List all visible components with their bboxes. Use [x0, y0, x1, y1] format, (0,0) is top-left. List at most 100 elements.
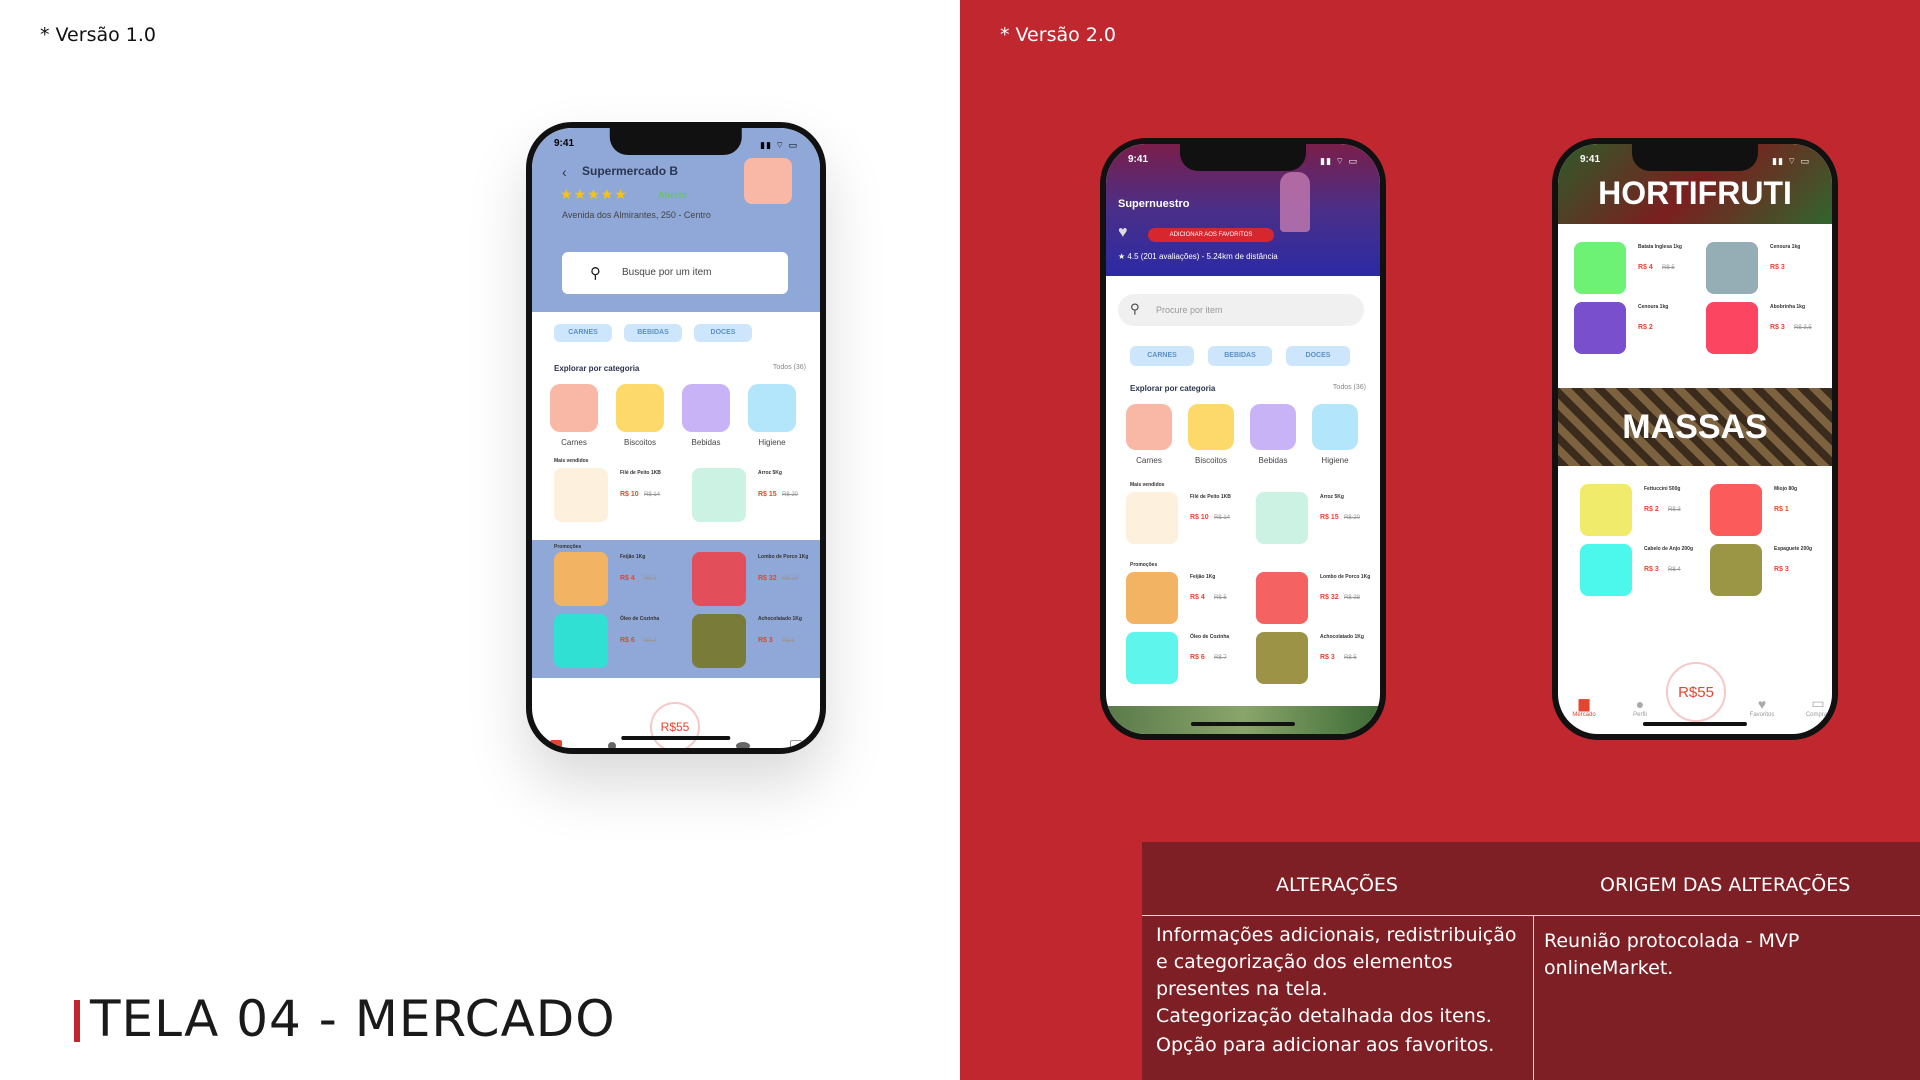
tab-compras[interactable]: ▭ Compras: [1798, 695, 1832, 718]
user-icon[interactable]: [608, 742, 616, 748]
product-thumbnail[interactable]: [554, 614, 608, 668]
category-thumbnail: [550, 384, 598, 432]
chip-doces[interactable]: DOCES: [694, 324, 752, 342]
category-thumbnail: [748, 384, 796, 432]
category-item[interactable]: Bebidas: [1250, 404, 1296, 465]
rating-stars: ★★★★★: [560, 186, 628, 202]
heart-icon[interactable]: [736, 742, 750, 748]
best-sellers-title: Mais vendidos: [554, 458, 589, 464]
product-old-price: R$ 38: [1344, 595, 1361, 601]
product-price: R$ 4: [1190, 594, 1205, 601]
category-item[interactable]: Biscoitos: [1188, 404, 1234, 465]
wallet-icon[interactable]: [790, 740, 802, 748]
product-price: R$ 2: [1638, 324, 1653, 331]
product-thumbnail[interactable]: [1706, 242, 1758, 294]
category-label: Biscoitos: [1194, 456, 1227, 465]
back-arrow-icon[interactable]: ‹: [562, 164, 567, 180]
category-thumbnail: [1126, 404, 1172, 450]
category-item[interactable]: Carnes: [550, 384, 598, 447]
massas-banner[interactable]: MASSAS: [1558, 388, 1832, 466]
changes-table: ALTERAÇÕES ORIGEM DAS ALTERAÇÕES Informa…: [1142, 842, 1920, 1080]
bottom-vegetables-image: [1106, 706, 1380, 734]
product-thumbnail[interactable]: [692, 552, 746, 606]
explore-title: Explorar por categoria: [1130, 384, 1216, 393]
signal-wifi-battery-icon: ▮▮ ⌔ ▭: [1772, 156, 1810, 166]
changes-text: Informações adicionais, redistribuição e…: [1156, 922, 1526, 1059]
heart-icon[interactable]: ♥: [1118, 224, 1128, 242]
tab-label: Favoritos: [1749, 712, 1775, 718]
product-thumbnail[interactable]: [1574, 242, 1626, 294]
product-thumbnail[interactable]: [1710, 484, 1762, 536]
chip-bebidas[interactable]: BEBIDAS: [1208, 346, 1272, 366]
search-placeholder: Busque por um item: [622, 267, 712, 278]
add-favorites-button[interactable]: ADICIONAR AOS FAVORITOS: [1148, 228, 1274, 242]
phone-v2-store: 9:41 ▮▮ ⌔ ▭ Supernuestro ♥ ADICIONAR AOS…: [1100, 138, 1386, 740]
product-price: R$ 3: [1644, 566, 1659, 573]
product-thumbnail[interactable]: [1256, 572, 1308, 624]
product-price: R$ 3: [1320, 654, 1335, 661]
product-name: Filé de Peito 1KB: [620, 470, 661, 476]
store-name: Supermercado B: [582, 164, 679, 178]
product-thumbnail[interactable]: [1126, 492, 1178, 544]
explore-all-link[interactable]: Todos (36): [1333, 384, 1366, 391]
category-label: Carnes: [1136, 456, 1162, 465]
product-price: R$ 3: [758, 637, 773, 644]
product-thumbnail[interactable]: [1706, 302, 1758, 354]
product-name: Arroz 5Kg: [758, 470, 782, 476]
signal-wifi-battery-icon: ▮▮ ⌔ ▭: [760, 140, 798, 150]
product-name: Feijão 1Kg: [1190, 574, 1216, 580]
status-time: 9:41: [554, 138, 575, 149]
tab-perfil[interactable]: ● Perfil: [1620, 696, 1660, 718]
category-thumbnail: [1312, 404, 1358, 450]
product-thumbnail[interactable]: [1256, 492, 1308, 544]
tab-favoritos[interactable]: ♥ Favoritos: [1742, 696, 1782, 718]
product-old-price: R$ 3: [1668, 507, 1681, 513]
category-item[interactable]: Higiene: [748, 384, 796, 447]
cart-button[interactable]: R$55: [650, 702, 700, 748]
chip-carnes[interactable]: CARNES: [1130, 346, 1194, 366]
product-thumbnail[interactable]: [1580, 544, 1632, 596]
product-name: Cenoura 1kg: [1770, 244, 1801, 250]
tab-mercado[interactable]: ▆ Mercado: [1564, 695, 1604, 718]
product-old-price: R$ 5: [782, 638, 795, 644]
best-sellers-title: Mais vendidos: [1130, 482, 1165, 488]
product-thumbnail[interactable]: [1574, 302, 1626, 354]
search-placeholder: Procure por item: [1156, 305, 1223, 315]
search-input[interactable]: ⚲ Busque por um item: [562, 252, 788, 294]
search-input[interactable]: ⚲ Procure por item: [1118, 294, 1364, 326]
home-indicator: [1190, 722, 1296, 726]
title-accent-bar: [74, 1000, 80, 1042]
chip-doces[interactable]: DOCES: [1286, 346, 1350, 366]
product-thumbnail[interactable]: [1256, 632, 1308, 684]
category-item[interactable]: Higiene: [1312, 404, 1358, 465]
category-thumbnail: [1250, 404, 1296, 450]
product-name: Filé de Peito 1KB: [1190, 494, 1231, 500]
product-thumbnail[interactable]: [554, 552, 608, 606]
product-old-price: R$ 14: [1214, 515, 1231, 521]
category-grid: Carnes Biscoitos Bebidas Higiene: [1126, 404, 1358, 465]
product-thumbnail[interactable]: [692, 614, 746, 668]
product-old-price: R$ 5: [1662, 265, 1675, 271]
product-old-price: R$ 5: [1214, 595, 1227, 601]
category-item[interactable]: Carnes: [1126, 404, 1172, 465]
tab-label: Compras: [1805, 712, 1831, 718]
phone-notch: [609, 128, 743, 155]
product-thumbnail[interactable]: [1710, 544, 1762, 596]
product-thumbnail[interactable]: [554, 468, 608, 522]
product-name: Abobrinha 1kg: [1770, 304, 1806, 310]
explore-all-link[interactable]: Todos (36): [773, 364, 806, 371]
product-thumbnail[interactable]: [1126, 632, 1178, 684]
category-item[interactable]: Biscoitos: [616, 384, 664, 447]
product-thumbnail[interactable]: [1580, 484, 1632, 536]
product-price: R$ 32: [1320, 594, 1339, 601]
chip-carnes[interactable]: CARNES: [554, 324, 612, 342]
category-item[interactable]: Bebidas: [682, 384, 730, 447]
chip-bebidas[interactable]: BEBIDAS: [624, 324, 682, 342]
product-old-price: R$ 7: [644, 638, 657, 644]
product-thumbnail[interactable]: [1126, 572, 1178, 624]
product-thumbnail[interactable]: [692, 468, 746, 522]
cart-button[interactable]: R$55: [1666, 662, 1726, 722]
category-chips: CARNES BEBIDAS DOCES: [1130, 346, 1350, 366]
product-name: Batata Inglesa 1kg: [1638, 244, 1682, 250]
phone-notch: [1631, 144, 1759, 171]
